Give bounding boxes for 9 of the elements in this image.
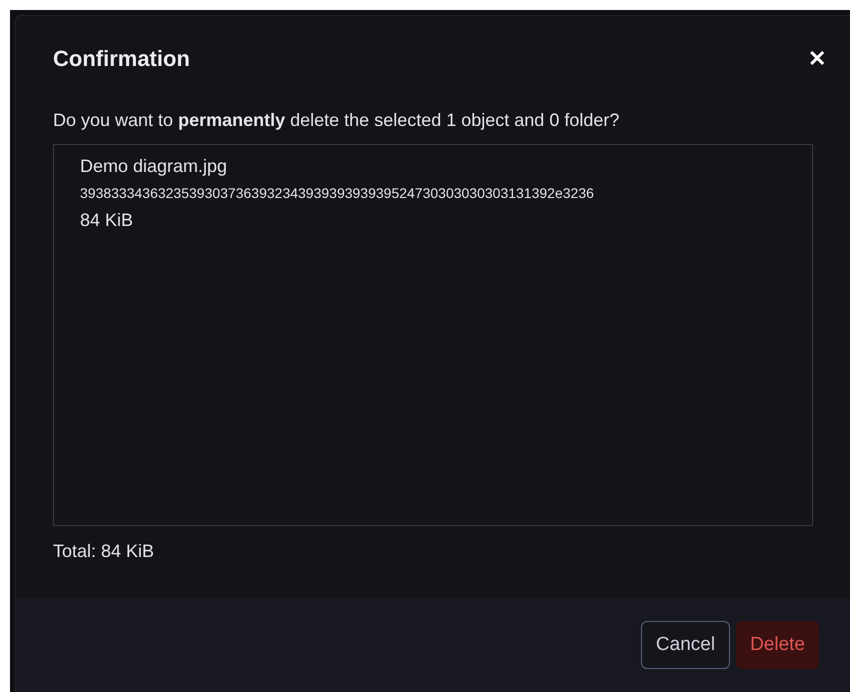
total-size: Total: 84 KiB [53,540,156,563]
confirmation-message: Do you want to permanently delete the selected 1 object and 0 folder? [53,109,620,132]
delete-button[interactable]: Delete [736,621,819,669]
file-id: 3938333436323539303736393234393939393939524730303030303131392e3236 [80,184,595,203]
file-name: Demo diagram.jpg [80,155,228,178]
close-button[interactable]: ✕ [808,48,826,70]
dialog-title: Confirmation [53,45,190,73]
file-size: 84 KiB [80,209,134,232]
cancel-button[interactable]: Cancel [640,621,730,669]
